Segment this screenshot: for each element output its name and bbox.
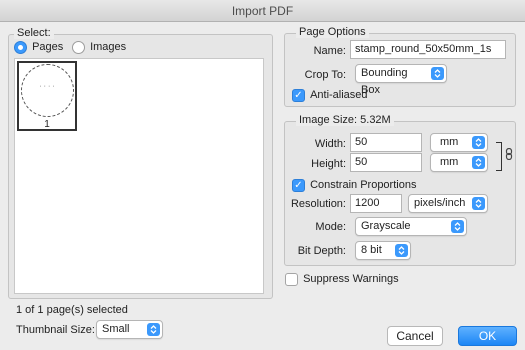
radio-images-label: Images [90, 41, 127, 53]
mode-label: Mode: [315, 221, 346, 233]
stamp-preview-icon [21, 64, 74, 117]
suppress-warnings-label: Suppress Warnings [303, 273, 399, 285]
checkbox-empty-icon[interactable] [285, 272, 298, 286]
resolution-unit-value: pixels/inch [414, 197, 466, 209]
resolution-unit-select[interactable]: pixels/inch [408, 194, 488, 213]
height-input[interactable]: 50 [350, 153, 422, 172]
height-label: Height: [311, 158, 346, 170]
width-unit-value: mm [440, 136, 459, 148]
constrain-proportions-label: Constrain Proportions [310, 179, 417, 191]
select-legend: Select: [14, 27, 54, 39]
anti-aliased-checkbox[interactable]: ✓ Anti-aliased [292, 88, 368, 102]
height-unit-select[interactable]: mm [430, 153, 488, 172]
width-label: Width: [314, 138, 346, 150]
link-icon[interactable] [505, 147, 513, 161]
crop-to-select[interactable]: Bounding Box [355, 64, 447, 96]
constrain-bracket [496, 142, 502, 171]
crop-to-label: Crop To: [304, 69, 346, 81]
checkmark-icon[interactable]: ✓ [292, 88, 305, 102]
resolution-input[interactable]: 1200 [350, 194, 402, 213]
page-options-legend: Page Options [296, 26, 369, 38]
radio-pages-indicator[interactable] [14, 40, 27, 54]
radio-pages-label: Pages [32, 41, 64, 53]
chevron-updown-icon [451, 220, 464, 233]
mode-select[interactable]: Grayscale [355, 217, 467, 236]
image-size-legend: Image Size: 5.32M [296, 114, 394, 126]
name-input[interactable]: stamp_round_50x50mm_1s [350, 40, 506, 59]
thumbnail-list[interactable]: · · · · 1 [14, 58, 264, 294]
thumbnail-size-value: Small [102, 323, 130, 335]
bit-depth-value: 8 bit [361, 244, 382, 256]
bit-depth-label: Bit Depth: [297, 245, 346, 257]
resolution-label: Resolution: [290, 198, 346, 210]
ok-button[interactable]: OK [458, 326, 517, 346]
name-label: Name: [313, 45, 346, 57]
mode-value: Grayscale [361, 220, 411, 232]
selection-status: 1 of 1 page(s) selected [16, 304, 128, 316]
thumbnail-size-select[interactable]: Small [96, 320, 163, 339]
thumbnail-size-label: Thumbnail Size: [16, 324, 95, 336]
width-unit-select[interactable]: mm [430, 133, 488, 152]
window-title: Import PDF [231, 4, 294, 18]
radio-images-indicator[interactable] [72, 40, 85, 54]
cancel-button[interactable]: Cancel [387, 326, 443, 346]
chevron-updown-icon [147, 323, 160, 336]
stamp-preview-text: · · · · [39, 83, 55, 90]
thumbnail-page-1[interactable]: · · · · 1 [17, 61, 77, 131]
chevron-updown-icon [395, 244, 408, 257]
chevron-updown-icon [472, 156, 485, 169]
suppress-warnings-checkbox[interactable]: Suppress Warnings [285, 272, 399, 286]
bit-depth-select[interactable]: 8 bit [355, 241, 411, 260]
window-titlebar: Import PDF [0, 0, 525, 22]
radio-images[interactable]: Images [72, 40, 126, 54]
radio-pages[interactable]: Pages [14, 40, 63, 54]
anti-aliased-label: Anti-aliased [310, 89, 368, 101]
height-unit-value: mm [440, 156, 459, 168]
thumbnail-page-number: 1 [44, 119, 50, 130]
chevron-updown-icon [472, 197, 485, 210]
constrain-proportions-checkbox[interactable]: ✓ Constrain Proportions [292, 178, 416, 192]
width-input[interactable]: 50 [350, 133, 422, 152]
chevron-updown-icon [431, 67, 444, 80]
checkmark-icon[interactable]: ✓ [292, 178, 305, 192]
chevron-updown-icon [472, 136, 485, 149]
